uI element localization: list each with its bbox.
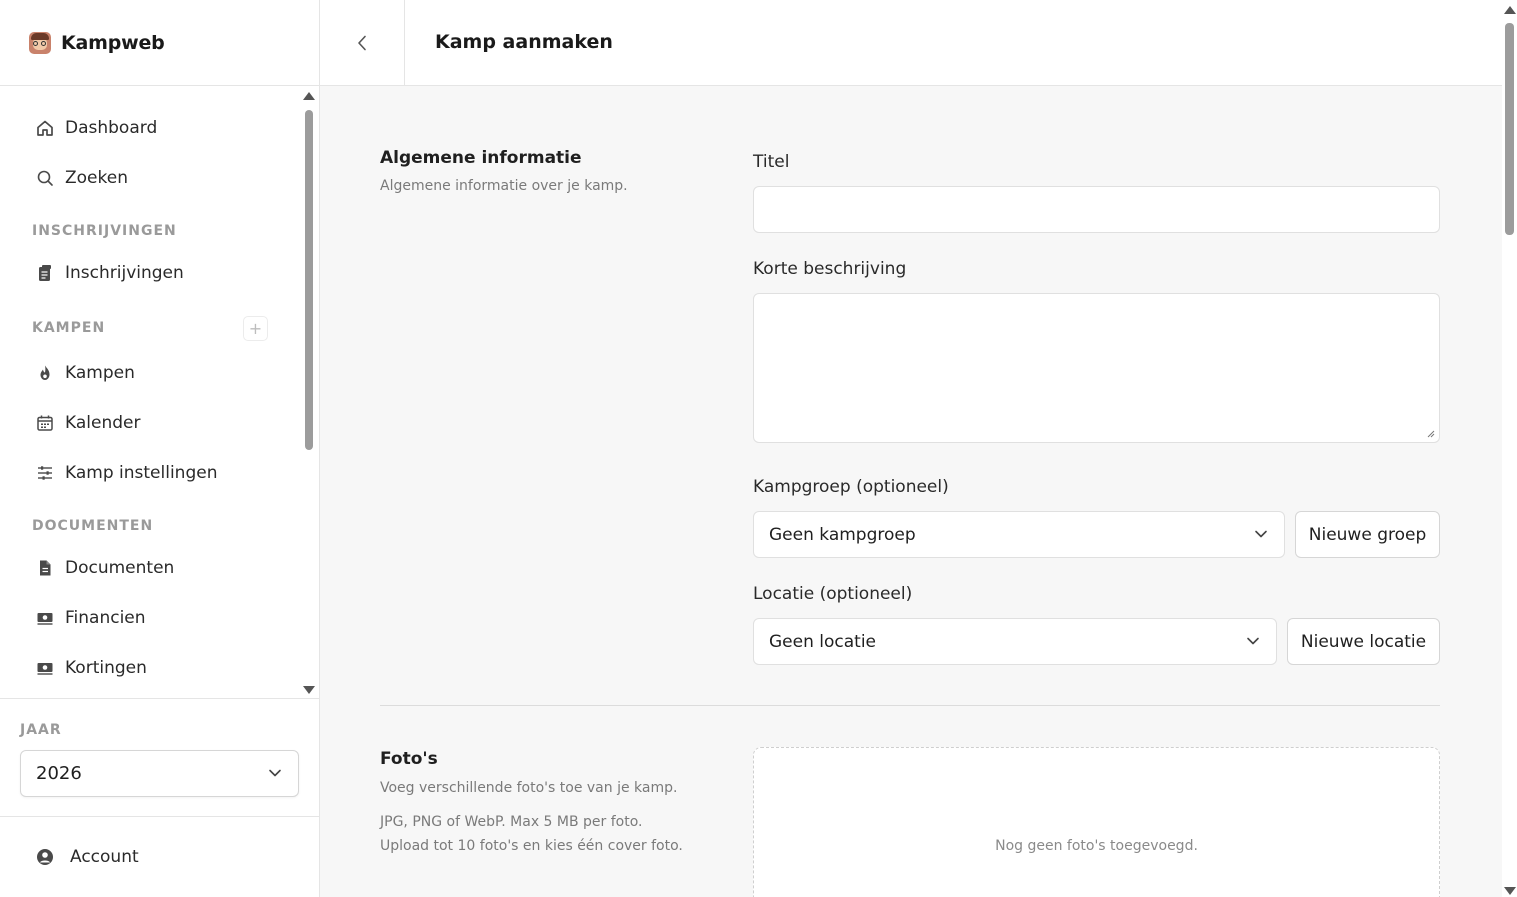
fire-icon <box>36 364 54 382</box>
account-label: Account <box>70 847 139 867</box>
photos-hint-line1: JPG, PNG of WebP. Max 5 MB per foto. <box>380 814 643 830</box>
sidebar-item-label: Inschrijvingen <box>65 263 184 283</box>
clipboard-icon <box>36 264 54 282</box>
year-label: JAAR <box>20 722 62 738</box>
brand[interactable]: Kampweb <box>0 0 319 86</box>
account-button[interactable]: Account <box>0 816 319 897</box>
sidebar-item-label: Kalender <box>65 413 141 433</box>
search-icon <box>36 169 54 187</box>
campgroup-select[interactable]: Geen kampgroep <box>753 511 1285 558</box>
brand-name: Kampweb <box>61 31 165 54</box>
resize-grip-icon[interactable] <box>1427 430 1435 438</box>
title-input[interactable] <box>753 186 1440 233</box>
section-title-general: Algemene informatie <box>380 148 582 168</box>
sidebar: Kampweb Dashboard Zoeken INSCHRIJVINGEN … <box>0 0 320 897</box>
sidebar-item-kamp-instellingen[interactable]: Kamp instellingen <box>24 453 284 493</box>
sidebar-item-label: Kortingen <box>65 658 147 678</box>
new-location-button[interactable]: Nieuwe locatie <box>1287 618 1440 665</box>
sidebar-item-dashboard[interactable]: Dashboard <box>24 108 284 148</box>
year-selector-panel: JAAR 2026 <box>0 698 319 816</box>
back-button[interactable] <box>320 0 405 85</box>
scroll-up-arrow-icon[interactable] <box>303 92 315 100</box>
sidebar-item-kortingen[interactable]: Kortingen <box>24 648 284 688</box>
sidebar-scrollbar[interactable] <box>302 90 316 696</box>
sidebar-item-label: Kamp instellingen <box>65 463 218 483</box>
scroll-up-arrow-icon[interactable] <box>1504 6 1516 14</box>
scrollbar-thumb[interactable] <box>305 110 313 450</box>
calendar-icon <box>36 414 54 432</box>
sidebar-nav: Dashboard Zoeken INSCHRIJVINGEN Inschrij… <box>0 86 300 698</box>
photos-hint-line2: Upload tot 10 foto's en kies één cover f… <box>380 838 683 854</box>
section-label-documenten: DOCUMENTEN <box>32 518 154 534</box>
new-group-button[interactable]: Nieuwe groep <box>1295 511 1440 558</box>
sidebar-item-zoeken[interactable]: Zoeken <box>24 158 284 198</box>
sidebar-item-label: Dashboard <box>65 118 158 138</box>
location-value: Geen locatie <box>769 631 877 652</box>
photos-empty-text: Nog geen foto's toegevoegd. <box>995 838 1198 854</box>
sidebar-item-kalender[interactable]: Kalender <box>24 403 284 443</box>
scroll-down-arrow-icon[interactable] <box>303 686 315 694</box>
document-icon <box>36 559 54 577</box>
chevron-down-icon <box>1255 530 1267 538</box>
add-kamp-button[interactable]: + <box>243 316 268 341</box>
chevron-down-icon <box>1247 637 1259 645</box>
sliders-icon <box>36 464 54 482</box>
sidebar-item-label: Kampen <box>65 363 135 383</box>
campgroup-value: Geen kampgroep <box>769 524 916 545</box>
home-icon <box>36 119 54 137</box>
sidebar-item-label: Documenten <box>65 558 175 578</box>
section-label-kampen: KAMPEN <box>32 320 106 336</box>
year-value: 2026 <box>36 763 82 784</box>
money-icon <box>36 659 54 677</box>
section-desc-photos: Voeg verschillende foto's toe van je kam… <box>380 780 678 796</box>
section-desc-general: Algemene informatie over je kamp. <box>380 178 628 194</box>
chevron-down-icon <box>269 769 281 777</box>
user-icon <box>36 848 54 866</box>
section-divider <box>380 705 1440 706</box>
campgroup-label: Kampgroep (optioneel) <box>753 477 949 497</box>
logo-icon <box>29 31 51 54</box>
section-title-photos: Foto's <box>380 749 438 769</box>
year-select[interactable]: 2026 <box>20 750 299 797</box>
money-icon <box>36 609 54 627</box>
location-select[interactable]: Geen locatie <box>753 618 1277 665</box>
scrollbar-thumb[interactable] <box>1505 23 1514 235</box>
sidebar-item-documenten[interactable]: Documenten <box>24 548 284 588</box>
title-label: Titel <box>753 152 790 172</box>
photo-dropzone[interactable]: Nog geen foto's toegevoegd. <box>753 747 1440 897</box>
main-scrollbar[interactable] <box>1502 0 1517 897</box>
location-label: Locatie (optioneel) <box>753 584 913 604</box>
sidebar-item-kampen[interactable]: Kampen <box>24 353 284 393</box>
sidebar-item-label: Financien <box>65 608 146 628</box>
sidebar-item-inschrijvingen[interactable]: Inschrijvingen <box>24 253 284 293</box>
scroll-down-arrow-icon[interactable] <box>1504 887 1516 895</box>
sidebar-item-financien[interactable]: Financien <box>24 598 284 638</box>
plus-icon: + <box>248 319 263 338</box>
sidebar-item-label: Zoeken <box>65 168 128 188</box>
chevron-left-icon <box>358 35 366 50</box>
page-header: Kamp aanmaken <box>320 0 1502 86</box>
main-content: Algemene informatie Algemene informatie … <box>320 86 1502 897</box>
short-description-textarea[interactable] <box>753 293 1440 443</box>
section-label-inschrijvingen: INSCHRIJVINGEN <box>32 223 177 239</box>
short-description-label: Korte beschrijving <box>753 259 907 279</box>
page-title: Kamp aanmaken <box>435 31 613 53</box>
